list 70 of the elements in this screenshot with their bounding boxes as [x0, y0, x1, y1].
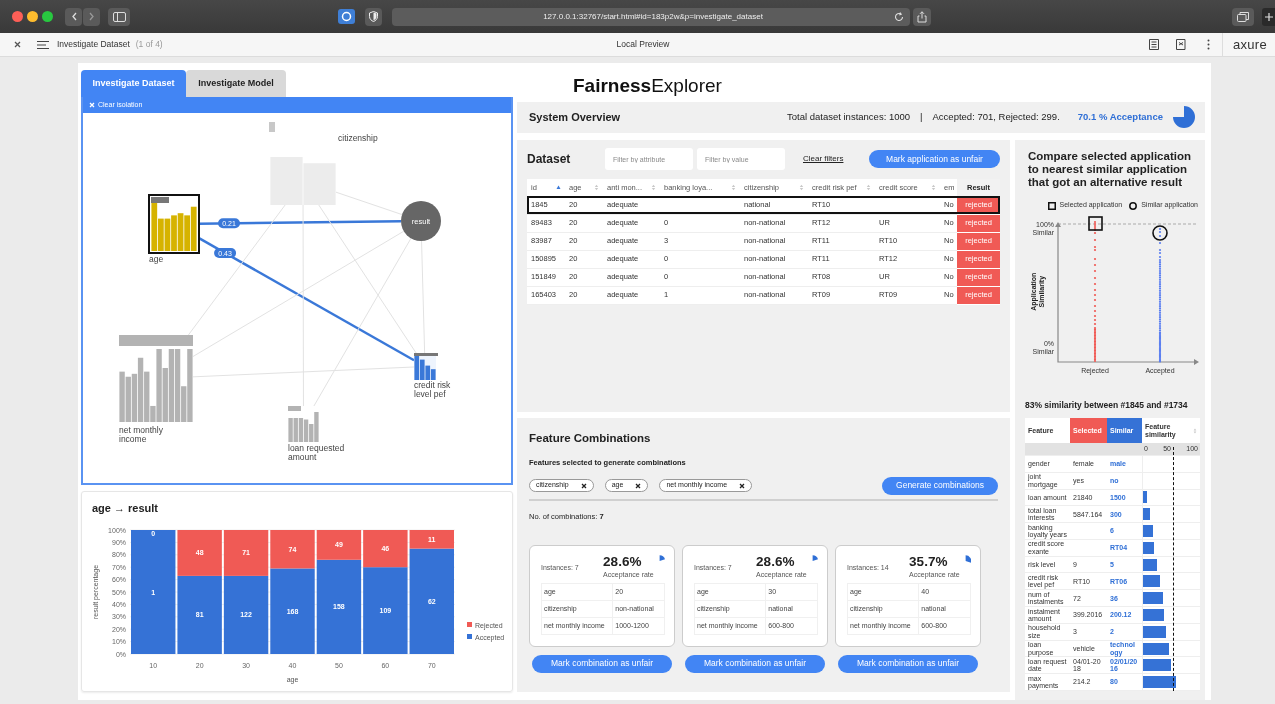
address-field[interactable]: 127.0.0.1:32767/start.html#id=183p2w&p=investigate_dataset — [392, 7, 910, 26]
section-title: Dataset — [527, 151, 572, 168]
close-icon[interactable] — [14, 41, 21, 48]
node-label: net monthly income — [119, 426, 164, 445]
minimize-window-button[interactable] — [27, 11, 38, 22]
node-label: loan requested amount — [288, 444, 346, 463]
page-title: Investigate Dataset — [57, 38, 130, 51]
extension-icon[interactable] — [338, 9, 355, 24]
acceptance-text: 70.1 % Acceptance — [1077, 110, 1163, 125]
rate-text: 28.6% — [756, 554, 796, 569]
node-label: credit risk level pef — [414, 381, 452, 400]
panel-title: Compare selected application to nearest similar application that got an alternative result — [1027, 150, 1192, 190]
reload-icon[interactable] — [894, 11, 904, 22]
pie-chart-icon — [1173, 106, 1195, 129]
circle-icon — [1129, 201, 1138, 210]
square-icon — [1047, 201, 1056, 210]
menu-icon[interactable] — [37, 39, 49, 50]
zoom-window-button[interactable] — [42, 11, 53, 22]
remove-icon[interactable] — [739, 482, 746, 489]
more-icon[interactable] — [1206, 39, 1210, 50]
similar-marker — [1152, 224, 1168, 241]
url-text: 127.0.0.1:32767/start.html#id=183p2w&p=investigate_dataset — [542, 10, 764, 23]
document-icon[interactable] — [1148, 39, 1159, 50]
tab[interactable]: Investigate Dataset — [81, 70, 186, 97]
generate-button[interactable]: Generate combinations — [882, 476, 998, 495]
share-button[interactable] — [913, 7, 931, 26]
remove-icon[interactable] — [580, 482, 587, 489]
mark-unfair-button[interactable]: Mark combination as unfair — [685, 654, 825, 673]
histogram-node[interactable] — [119, 335, 193, 422]
summary-text: 83% similarity between #1845 and #1734 — [1025, 398, 1189, 412]
histogram-node[interactable] — [414, 353, 438, 380]
tabs-button[interactable] — [1232, 7, 1254, 26]
tab[interactable]: Investigate Model — [186, 70, 286, 97]
sort-ascending-icon[interactable] — [556, 183, 561, 191]
back-button[interactable] — [65, 7, 82, 26]
sidebar-icon — [112, 11, 126, 22]
share-icon — [917, 10, 927, 23]
section-title: System Overview — [529, 110, 621, 125]
preview-label: Local Preview — [615, 38, 671, 51]
chart-title: age → result — [91, 501, 160, 516]
section-title: Feature Combinations — [529, 431, 652, 446]
forward-button[interactable] — [83, 7, 100, 26]
close-icon — [89, 102, 95, 108]
separator-text: | — [920, 110, 923, 125]
histogram-node[interactable] — [288, 406, 319, 442]
plus-icon — [1263, 11, 1274, 22]
remove-icon[interactable] — [635, 482, 642, 489]
rate-text: 28.6% — [603, 554, 643, 569]
selected-marker — [1088, 215, 1103, 231]
mark-unfair-button[interactable]: Mark application as unfair — [869, 150, 1000, 168]
clear-filters-link[interactable]: Clear filters — [803, 153, 844, 165]
shield-icon — [369, 11, 378, 22]
brand-logo: axure — [1221, 32, 1275, 57]
stat-text: Total dataset instances: 1000 — [787, 110, 911, 125]
stat-text: Accepted: 701, Rejected: 299. — [932, 110, 1060, 125]
histogram-node[interactable] — [269, 122, 336, 205]
sidebar-button[interactable] — [108, 7, 130, 26]
app-title: FairnessExplorer — [573, 73, 722, 98]
histogram-node[interactable] — [148, 194, 200, 254]
tabs-icon — [1237, 11, 1249, 22]
node-label: citizenship — [338, 134, 379, 144]
node-label: age — [149, 255, 165, 265]
mark-unfair-button[interactable]: Mark combination as unfair — [532, 654, 672, 673]
new-tab-button[interactable] — [1262, 7, 1275, 26]
page-count: (1 of 4) — [135, 38, 163, 51]
rate-text: 35.7% — [909, 554, 949, 569]
privacy-button[interactable] — [365, 7, 382, 26]
mark-unfair-button[interactable]: Mark combination as unfair — [838, 654, 978, 673]
close-window-button[interactable] — [12, 11, 23, 22]
notes-icon[interactable] — [1175, 39, 1187, 50]
